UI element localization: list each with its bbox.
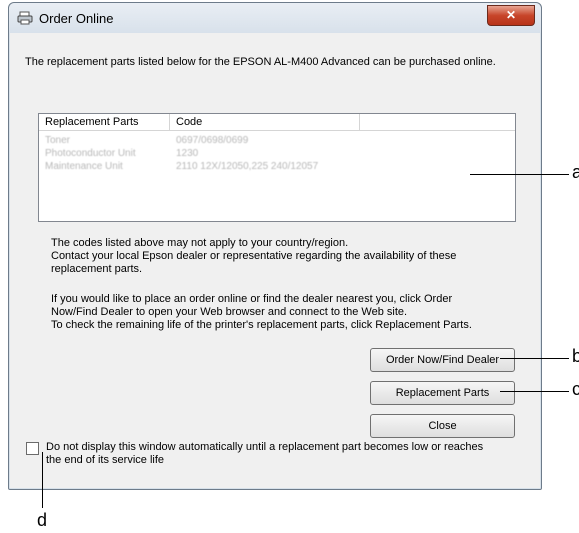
window-title: Order Online: [39, 11, 114, 26]
callout-a-label: a: [572, 162, 579, 182]
callout-d-line: [42, 452, 43, 508]
notes-line: replacement parts.: [51, 263, 143, 275]
list-item[interactable]: Maintenance Unit 2110 12X/12050,225 240/…: [39, 160, 515, 173]
callout-a-line: [470, 174, 569, 175]
checkbox-label: Do not display this window automatically…: [46, 441, 526, 467]
list-header: Replacement Parts Code: [39, 114, 515, 131]
close-window-button[interactable]: ✕: [487, 5, 535, 26]
printer-icon: [17, 11, 33, 25]
list-item[interactable]: Toner 0697/0698/0699: [39, 134, 515, 147]
title-bar[interactable]: Order Online ✕: [9, 3, 541, 33]
column-header-code[interactable]: Code: [170, 114, 360, 130]
column-header-parts[interactable]: Replacement Parts: [39, 114, 170, 130]
close-button[interactable]: Close: [370, 414, 515, 438]
part-name: Toner: [45, 135, 71, 146]
notes-line: Contact your local Epson dealer or repre…: [51, 250, 457, 262]
notes-line: The codes listed above may not apply to …: [51, 237, 349, 249]
part-code: 2110 12X/12050,225 240/12057: [176, 161, 319, 172]
part-code: 1230: [176, 148, 199, 159]
notes-line: Now/Find Dealer to open your Web browser…: [51, 306, 408, 318]
callout-b-line: [500, 358, 569, 359]
callout-d-label: d: [37, 510, 48, 530]
intro-text: The replacement parts listed below for t…: [25, 56, 496, 68]
notes-line: If you would like to place an order onli…: [51, 293, 453, 305]
checkbox-label-line2: the end of its service life: [46, 454, 165, 466]
notes-line: To check the remaining life of the print…: [51, 319, 472, 331]
order-now-find-dealer-button[interactable]: Order Now/Find Dealer: [370, 348, 515, 372]
callout-c-label: c: [572, 379, 579, 399]
callout-b-label: b: [572, 346, 579, 366]
part-name: Maintenance Unit: [45, 161, 123, 172]
replacement-parts-button[interactable]: Replacement Parts: [370, 381, 515, 405]
list-item[interactable]: Photoconductor Unit 1230: [39, 147, 515, 160]
callout-c-line: [500, 391, 569, 392]
replacement-parts-list[interactable]: Replacement Parts Code Toner 0697/0698/0…: [38, 113, 516, 222]
part-code: 0697/0698/0699: [176, 135, 249, 146]
do-not-display-checkbox[interactable]: [26, 442, 39, 455]
checkbox-label-line1: Do not display this window automatically…: [46, 441, 484, 453]
part-name: Photoconductor Unit: [45, 148, 136, 159]
